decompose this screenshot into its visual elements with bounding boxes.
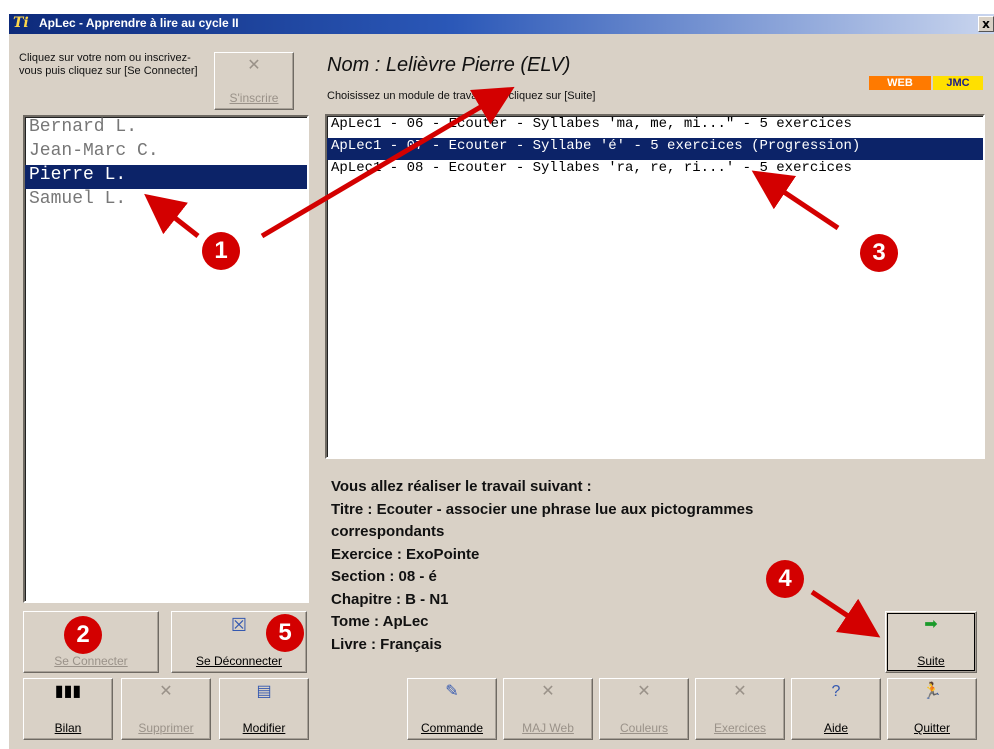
callout-4: 4 <box>766 560 804 598</box>
annotation-arrows <box>144 86 881 638</box>
callout-2: 2 <box>64 616 102 654</box>
arrow-to-suite <box>810 589 881 638</box>
arrow-to-user <box>144 193 200 238</box>
callout-3: 3 <box>860 234 898 272</box>
arrow-to-module <box>751 170 840 231</box>
callout-1: 1 <box>202 232 240 270</box>
callout-5: 5 <box>266 614 304 652</box>
arrow-to-name <box>260 86 515 239</box>
